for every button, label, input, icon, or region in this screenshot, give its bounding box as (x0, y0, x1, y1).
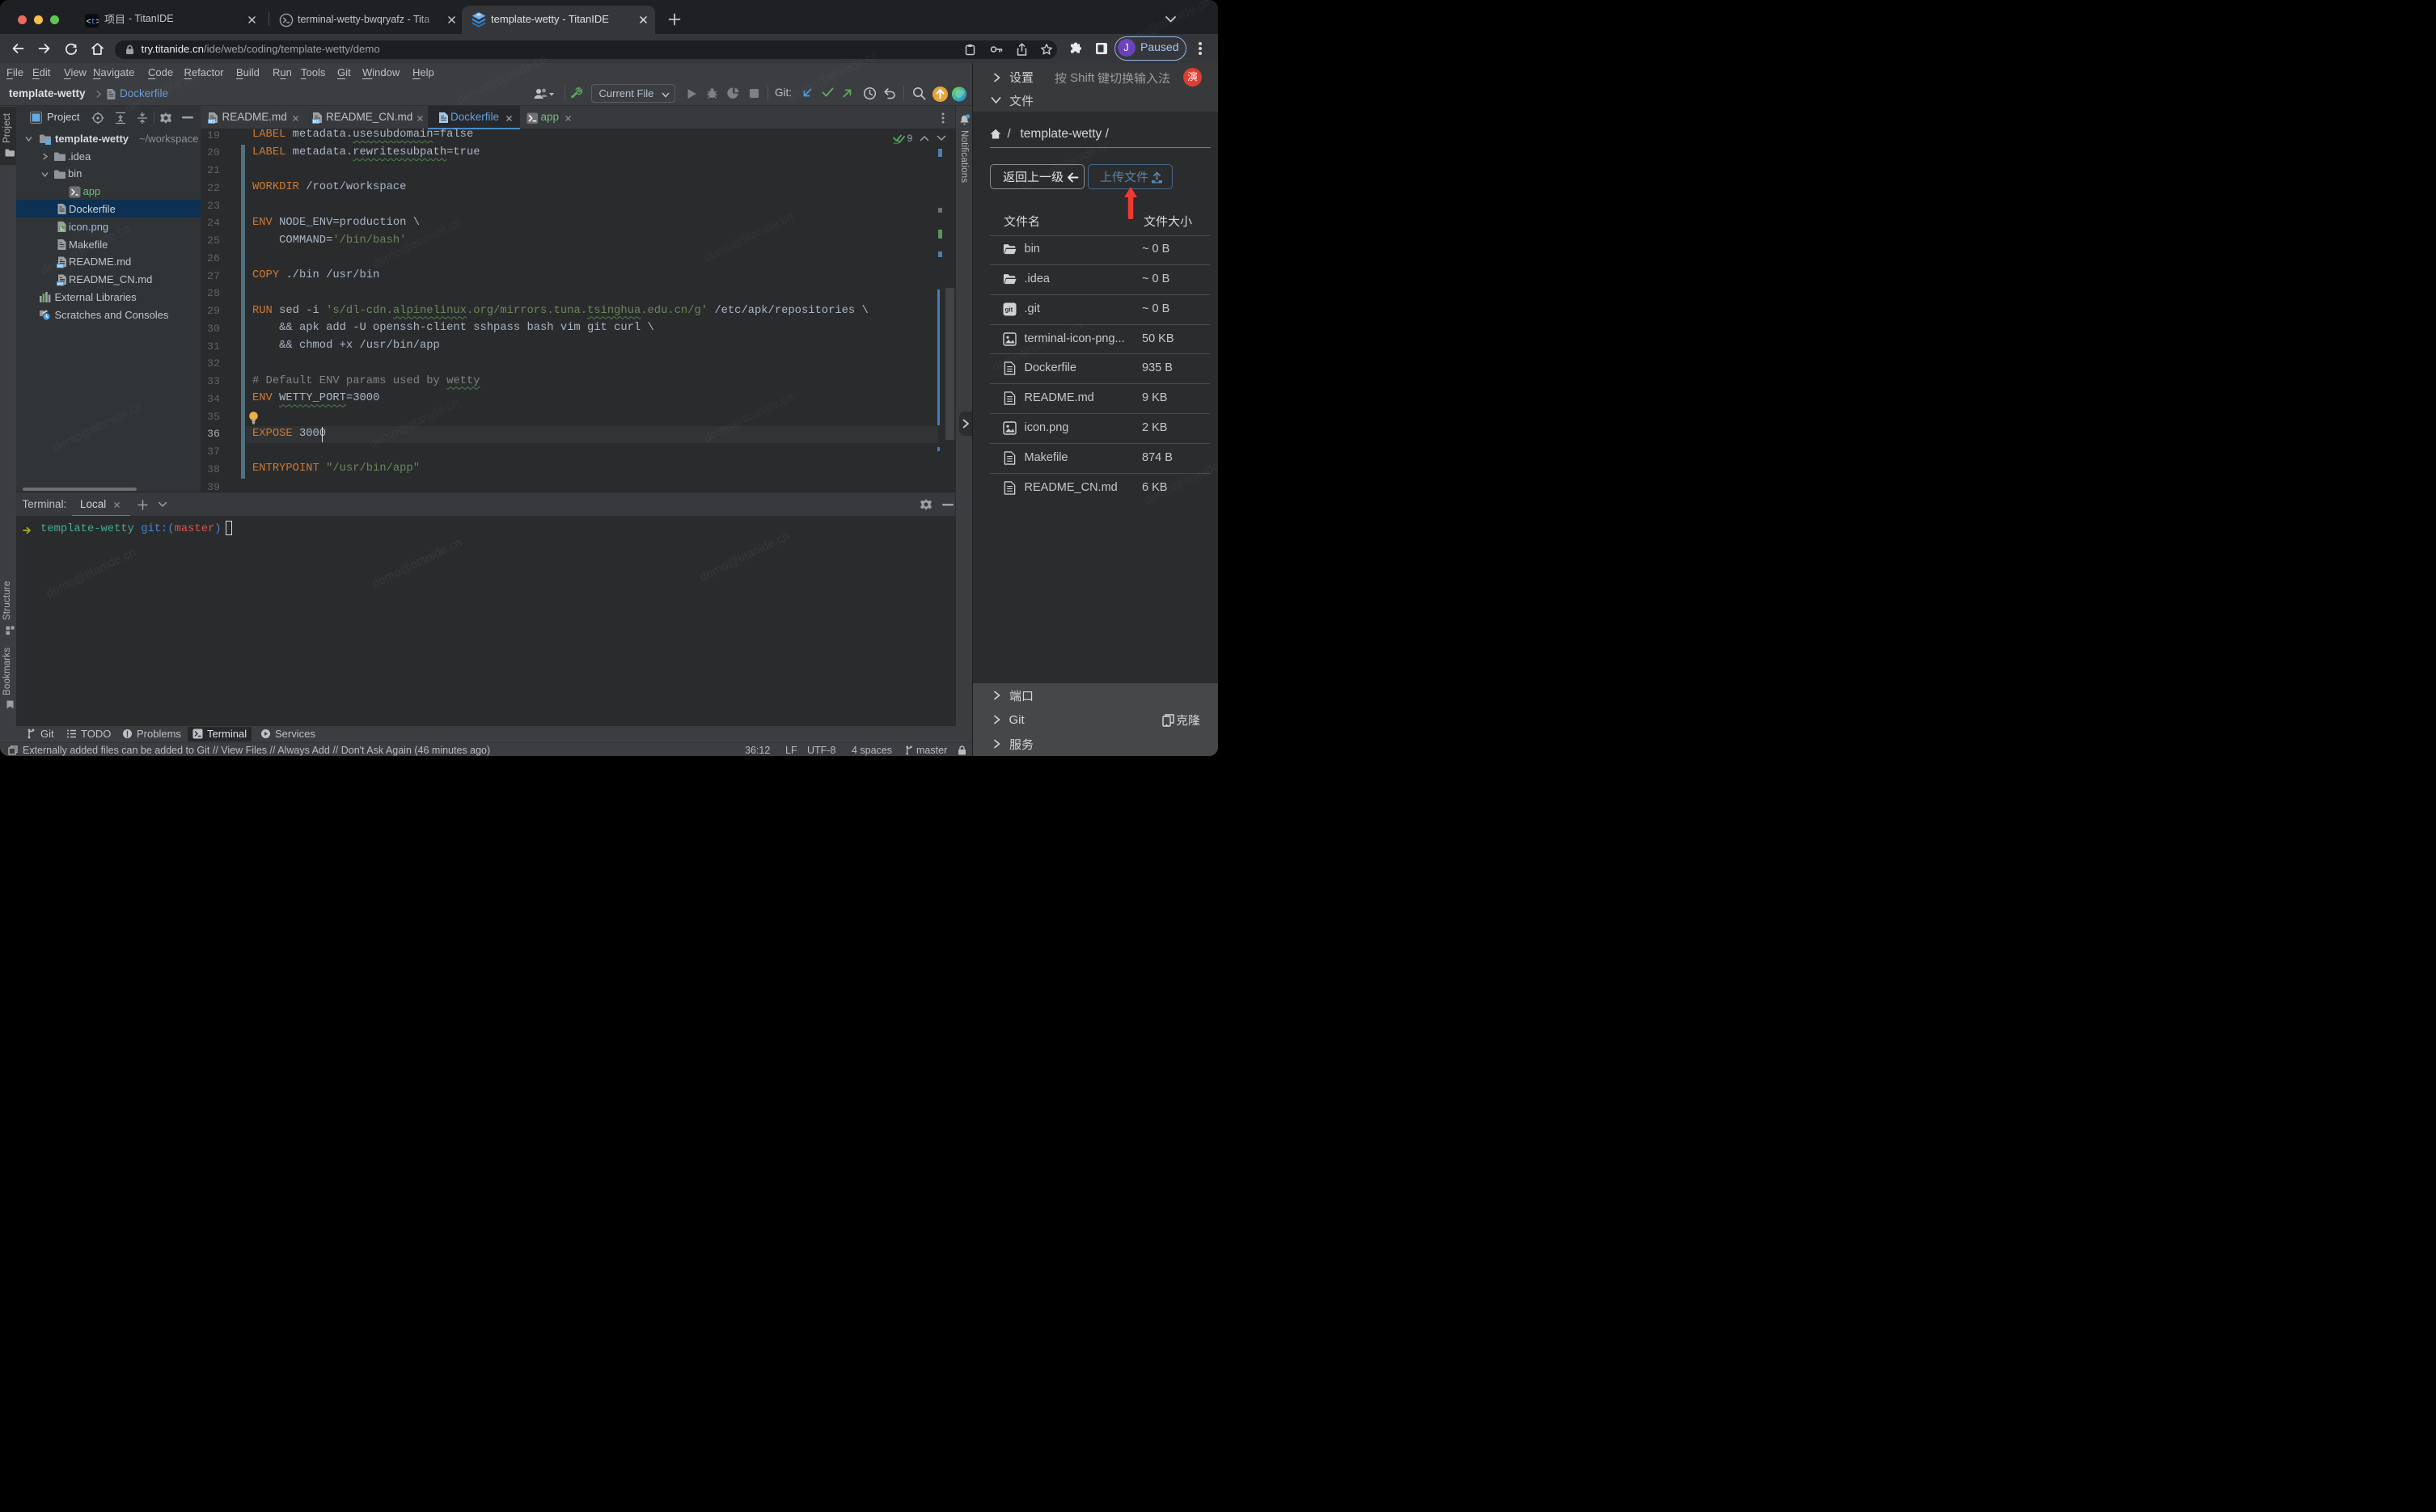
svg-text:MD: MD (57, 281, 63, 286)
svg-text:git: git (1004, 306, 1013, 313)
svg-text:MD: MD (312, 120, 319, 124)
svg-text:<t>: <t> (87, 18, 99, 27)
svg-text:MD: MD (209, 120, 216, 124)
